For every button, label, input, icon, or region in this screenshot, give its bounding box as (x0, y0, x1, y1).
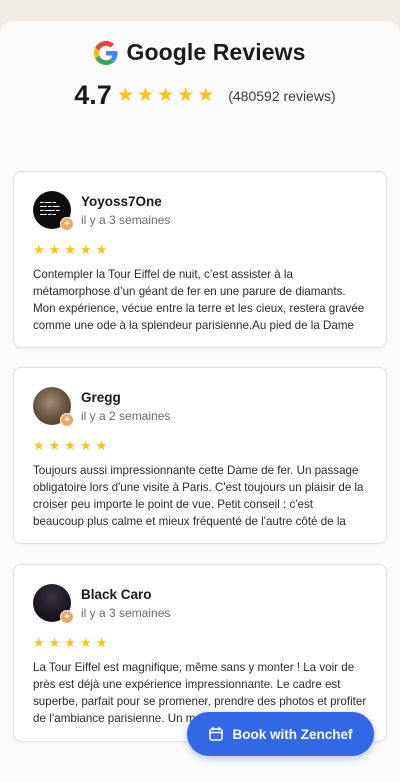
star-icon: ★ (197, 85, 215, 106)
review-card[interactable]: ▬ ▬▬ ▬ ▬▬ ▬ ▬▬ ▬ ▬▬▬ ▬ ▬▬ ▬ ▬ ✦ Yoyoss7One … (13, 171, 387, 348)
calendar-icon (209, 726, 224, 741)
star-icon: ★ (33, 438, 45, 453)
reviewer-name: Gregg (81, 389, 121, 405)
reviewer-name: Black Caro (81, 586, 152, 602)
rating-value: 4.7 (74, 80, 112, 110)
star-icon: ★ (79, 438, 92, 453)
star-icon: ★ (95, 242, 108, 257)
star-icon: ★ (95, 438, 108, 453)
star-icon: ★ (48, 635, 61, 650)
review-time: il y a 3 semaines (81, 605, 171, 620)
star-icon: ★ (157, 85, 175, 106)
google-logo-icon (94, 40, 118, 65)
local-guide-badge-icon: ✦ (60, 413, 74, 427)
review-text: Contempler la Tour Eiffel de nuit, c’est… (33, 268, 365, 332)
star-icon: ★ (79, 635, 92, 650)
review-time: il y a 2 semaines (81, 408, 171, 423)
avatar: ✦ (33, 387, 74, 427)
star-icon: ★ (117, 85, 135, 106)
star-icon: ★ (64, 438, 76, 453)
star-icon: ★ (48, 242, 61, 257)
star-icon: ★ (95, 635, 108, 650)
book-with-zenchef-button[interactable]: Book with Zenchef (187, 712, 374, 756)
star-icon: ★ (48, 438, 61, 453)
title-row: Google Reviews (0, 39, 400, 66)
reviewer-name: Yoyoss7One (81, 193, 162, 209)
page-title: Google Reviews (126, 39, 306, 65)
star-icon: ★ (33, 635, 45, 650)
star-icon: ★ (64, 635, 76, 650)
review-count: (480592 reviews) (228, 87, 336, 104)
review-header: ✦ Gregg il y a 2 semaines (33, 387, 367, 427)
star-icon: ★ (64, 242, 76, 257)
review-card[interactable]: ✦ Gregg il y a 2 semaines ★ ★ ★ ★ ★ Touj… (13, 367, 387, 544)
star-icon: ★ (137, 85, 155, 106)
review-text: Toujours aussi impressionnante cette Dam… (33, 464, 364, 528)
review-time: il y a 3 semaines (81, 212, 171, 227)
star-icon: ★ (79, 242, 92, 257)
overall-rating: 4.7 ★ ★ ★ ★ ★ (480592 reviews) (69, 80, 336, 111)
book-button-label: Book with Zenchef (232, 726, 353, 742)
review-stars: ★ ★ ★ ★ ★ (33, 636, 367, 649)
avatar: ▬ ▬▬ ▬ ▬▬ ▬ ▬▬ ▬ ▬▬▬ ▬ ▬▬ ▬ ▬ ✦ (33, 191, 74, 231)
review-stars: ★ ★ ★ ★ ★ (33, 439, 367, 452)
star-icon: ★ (33, 242, 45, 257)
review-header: ✦ Black Caro il y a 3 semaines (33, 584, 367, 624)
star-icon: ★ (177, 85, 195, 106)
review-header: ▬ ▬▬ ▬ ▬▬ ▬ ▬▬ ▬ ▬▬▬ ▬ ▬▬ ▬ ▬ ✦ Yoyoss7One … (33, 191, 367, 231)
review-stars: ★ ★ ★ ★ ★ (33, 243, 367, 256)
avatar: ✦ (33, 584, 74, 624)
local-guide-badge-icon: ✦ (60, 610, 74, 624)
local-guide-badge-icon: ✦ (60, 217, 74, 231)
overall-stars: ★ ★ ★ ★ ★ (117, 86, 214, 105)
